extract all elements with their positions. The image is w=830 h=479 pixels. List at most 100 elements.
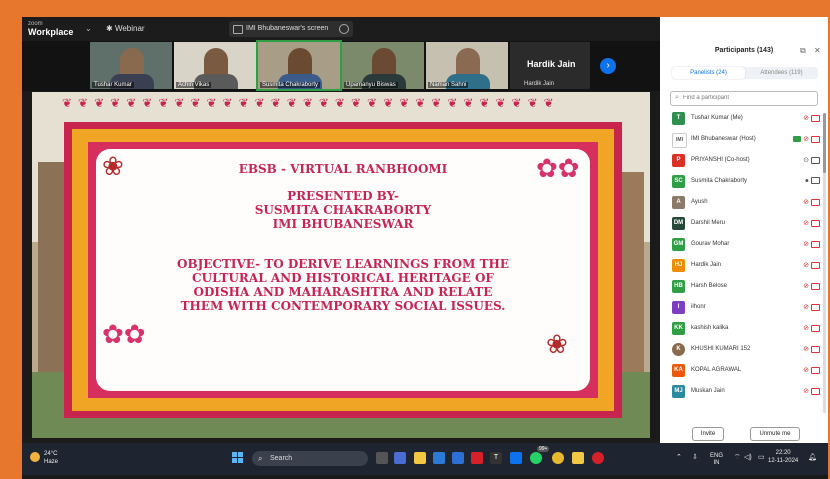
video-icon	[811, 177, 820, 184]
participant-status: ⊘	[803, 303, 820, 311]
avatar: K	[672, 343, 685, 356]
volume-icon[interactable]: ◁)	[744, 453, 752, 461]
screen-share-icon	[793, 136, 802, 143]
participant-status: ⊘	[803, 240, 820, 248]
slide-title: EBSB - VIRTUAL RANBHOOMI	[238, 162, 448, 176]
participant-status: ⊘	[803, 282, 820, 290]
mic-muted-icon: ⊘	[803, 325, 809, 332]
participant-status: ⊘	[803, 261, 820, 269]
taskbar-search-label: Search	[270, 455, 293, 462]
participant-row[interactable]: IMI IMI Bhubaneswar (Host) ⊘	[660, 130, 828, 151]
battery-icon[interactable]: ▭	[758, 453, 765, 461]
taskbar-search[interactable]: ⌕ Search	[252, 451, 368, 466]
chevron-up-icon[interactable]: ⌃	[676, 453, 682, 461]
title-bar: zoom Workplace ⌄ ✱ Webinar IMI Bhubanesw…	[22, 17, 820, 41]
participant-name: Ayush	[691, 199, 708, 205]
avatar: P	[672, 154, 685, 167]
whatsapp-icon[interactable]	[530, 452, 542, 464]
wifi-icon[interactable]: ⌔	[734, 453, 741, 462]
app-name: Workplace	[28, 27, 74, 37]
participant-row[interactable]: HJ Hardik Jain ⊘	[660, 256, 828, 277]
video-off-icon	[811, 114, 820, 122]
app-icon[interactable]: T	[490, 452, 502, 464]
lang-bottom: IN	[713, 460, 720, 466]
participant-scroll-thumb[interactable]	[823, 113, 826, 173]
popout-icon[interactable]: ⧉	[800, 46, 806, 56]
speaker-name-tile[interactable]: Hardik Jain Hardik Jain	[510, 42, 590, 89]
participant-row[interactable]: DM Darshil Meru ⊘	[660, 214, 828, 235]
video-strip: Tushar Kumar Achin Vikas Susmita Chakrab…	[22, 40, 660, 91]
flower-decoration: ✿✿	[536, 153, 580, 183]
invite-button[interactable]: Invite	[692, 427, 724, 441]
participant-row[interactable]: I ilhonr ⊘	[660, 298, 828, 319]
chevron-down-icon[interactable]: ⌄	[85, 24, 92, 33]
zoom-taskbar-icon[interactable]	[510, 452, 522, 464]
webinar-label[interactable]: ✱ Webinar	[106, 24, 145, 33]
netflix-icon[interactable]	[471, 452, 483, 464]
participant-row[interactable]: KK kashish kalika ⊘	[660, 319, 828, 340]
participant-row[interactable]: K KHUSHI KUMARI 152 ⊘	[660, 340, 828, 361]
video-off-icon	[811, 261, 820, 269]
app-icon[interactable]	[592, 452, 604, 464]
view-options-icon[interactable]	[339, 24, 349, 34]
tab-panelists[interactable]: Panelists (24)	[672, 67, 745, 79]
screen-share-indicator[interactable]: IMI Bhubaneswar's screen	[229, 21, 353, 37]
search-icon: ⌕	[258, 454, 263, 463]
mic-muted-icon: ⊘	[803, 346, 809, 353]
participant-row[interactable]: A Ayush ⊘	[660, 193, 828, 214]
participant-status: ⊘	[803, 219, 820, 227]
participant-row[interactable]: SC Susmita Chakraborty ●	[660, 172, 828, 193]
video-tile[interactable]: Upamanyu Biswas	[342, 42, 424, 89]
avatar: DM	[672, 217, 685, 230]
video-tile[interactable]: Naman Sahni	[426, 42, 508, 89]
mic-muted-icon: ⊘	[803, 367, 809, 374]
participant-search[interactable]: ⌕	[670, 91, 818, 106]
participant-status: ⊘	[803, 198, 820, 206]
participant-row[interactable]: KA KOPAL AGRAWAL ⊘	[660, 361, 828, 382]
video-tile[interactable]: Tushar Kumar	[90, 42, 172, 89]
task-view-icon[interactable]	[376, 452, 388, 464]
tab-attendees[interactable]: Attendees (119)	[745, 67, 818, 79]
unmute-me-button[interactable]: Unmute me	[750, 427, 800, 441]
video-off-icon	[811, 324, 820, 332]
edge-icon[interactable]	[433, 452, 445, 464]
file-explorer-icon[interactable]	[414, 452, 426, 464]
close-panel-icon[interactable]: ✕	[814, 46, 821, 55]
participant-row[interactable]: HB Harsh Belose ⊘	[660, 277, 828, 298]
teams-icon[interactable]	[394, 452, 406, 464]
participant-status: ●	[805, 177, 820, 184]
windows-taskbar: 24°C Haze ⌕ Search T 99+ ⌃ ⇩ ENG IN ⌔ ◁) ▭…	[22, 443, 828, 475]
avatar: A	[672, 196, 685, 209]
mic-muted-icon: ⊘	[803, 115, 809, 122]
video-off-icon	[811, 303, 820, 311]
participant-row[interactable]: T Tushar Kumar (Me) ⊘	[660, 109, 828, 130]
mic-muted-icon: ⊘	[803, 388, 809, 395]
slide-objective-line: THEM WITH CONTEMPORARY SOCIAL ISSUES.	[180, 299, 506, 313]
chrome-icon[interactable]	[552, 452, 564, 464]
mic-icon: ⊙	[803, 157, 809, 164]
participant-tabs: Panelists (24) Attendees (119)	[672, 67, 818, 79]
video-off-icon	[811, 282, 820, 290]
system-clock[interactable]: 22:20 12-11-2024	[768, 449, 798, 465]
video-off-icon	[811, 345, 820, 353]
participant-row[interactable]: P PRIYANSHI (Co-host) ⊙	[660, 151, 828, 172]
weather-condition: Haze	[44, 459, 59, 465]
participant-row[interactable]: GM Gourav Mohar ⊘	[660, 235, 828, 256]
video-off-icon	[811, 387, 820, 395]
sticky-notes-icon[interactable]	[572, 452, 584, 464]
mic-muted-icon: ⊘	[803, 262, 809, 269]
video-tile-active-speaker[interactable]: Susmita Chakraborty	[256, 40, 342, 91]
windows-start-icon[interactable]	[232, 452, 244, 464]
video-tile[interactable]: Achin Vikas	[174, 42, 256, 89]
participant-search-input[interactable]	[683, 93, 803, 103]
notifications-icon[interactable]: 🔔︎	[808, 453, 817, 461]
tile-name: Tushar Kumar	[92, 82, 134, 88]
language-indicator[interactable]: ENG IN	[710, 453, 723, 467]
avatar: KA	[672, 364, 685, 377]
pen-icon[interactable]: ⇩	[692, 453, 698, 461]
avatar: HB	[672, 280, 685, 293]
participant-row[interactable]: MJ Muskan Jain ⊘	[660, 382, 828, 403]
next-videos-button[interactable]: ›	[600, 58, 616, 74]
mic-muted-icon: ⊘	[803, 304, 809, 311]
store-icon[interactable]	[452, 452, 464, 464]
